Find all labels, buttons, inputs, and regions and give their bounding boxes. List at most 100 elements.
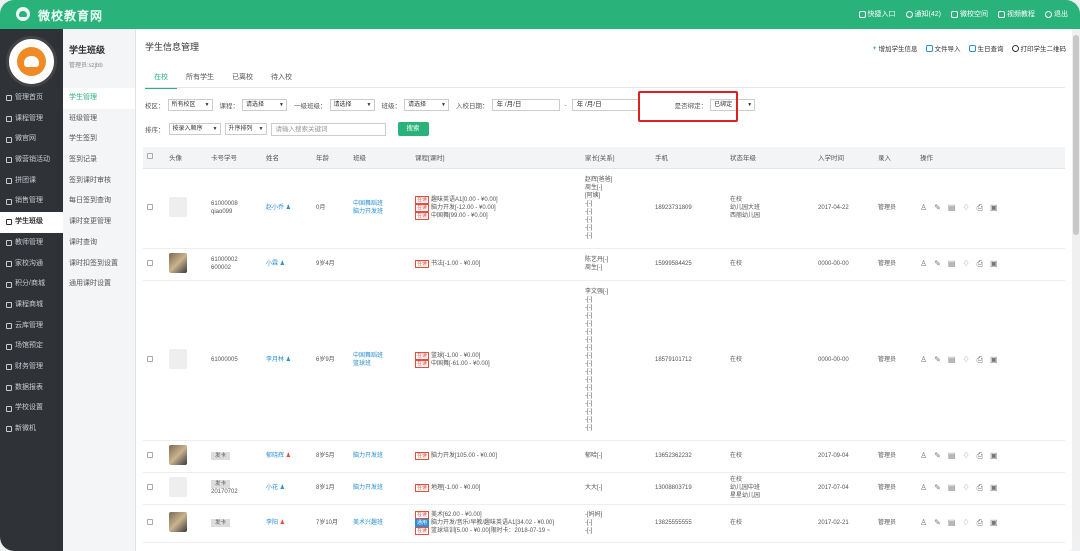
birthday-query-button[interactable]: 生日查询 (968, 43, 1004, 53)
search-input[interactable]: 请输入搜索关键词 (270, 122, 386, 136)
sidebar-item[interactable]: 课程管理 (0, 109, 63, 130)
row-checkbox[interactable] (147, 355, 153, 362)
date-to-input[interactable]: 年 /月/日 (571, 99, 640, 111)
file-import-button[interactable]: 文件导入 (925, 43, 961, 53)
select-all-checkbox[interactable] (143, 147, 165, 169)
sidebar-item[interactable]: 积分/商城 (0, 274, 63, 295)
sidebar-item[interactable]: 销售管理 (0, 191, 63, 212)
list-icon[interactable]: ▤ (948, 204, 956, 212)
sub-menu-item[interactable]: 学生签到 (63, 129, 135, 150)
quick-entry-link[interactable]: 快捷入口 (858, 9, 896, 19)
list-icon[interactable]: ▤ (948, 356, 956, 364)
sidebar-item[interactable]: 学生班级 (0, 212, 63, 233)
print-qrcode-button[interactable]: 打印学生二维码 (1011, 43, 1066, 53)
user-icon[interactable]: ♙ (920, 204, 927, 212)
row-checkbox[interactable] (147, 451, 153, 458)
bell-icon[interactable]: ♢ (962, 356, 969, 364)
logout-link[interactable]: 退出 (1045, 9, 1068, 19)
print-icon[interactable]: ⎙ (977, 204, 983, 212)
sidebar-item[interactable]: 云库管理 (0, 316, 63, 337)
print-icon[interactable]: ⎙ (977, 452, 983, 460)
class-link[interactable]: 脑力开发班 (353, 484, 411, 492)
print-icon[interactable]: ⎙ (977, 356, 983, 364)
row-checkbox[interactable] (147, 259, 153, 266)
sub-menu-item[interactable]: 签到课时审核 (63, 171, 135, 192)
list-icon[interactable]: ▤ (948, 519, 956, 527)
student-name[interactable]: 赵小乔 (266, 205, 284, 211)
student-name[interactable]: 小花 (266, 485, 278, 491)
bell-icon[interactable]: ♢ (962, 204, 969, 212)
bell-icon[interactable]: ♢ (962, 452, 969, 460)
qrcode-icon[interactable]: ▣ (990, 452, 998, 460)
sidebar-item[interactable]: 财务管理 (0, 357, 63, 378)
qrcode-icon[interactable]: ▣ (990, 519, 998, 527)
edit-icon[interactable]: ✎ (934, 204, 941, 212)
bell-icon[interactable]: ♢ (962, 260, 969, 268)
student-name[interactable]: 小霖 (266, 261, 278, 267)
issue-card-button[interactable]: 发卡 (211, 452, 231, 460)
avatar[interactable] (6, 36, 57, 87)
print-icon[interactable]: ⎙ (977, 519, 983, 527)
user-icon[interactable]: ♙ (920, 519, 927, 527)
notification-link[interactable]: 通知(42) (905, 9, 941, 19)
user-icon[interactable]: ♙ (920, 484, 927, 492)
sort-dir-select[interactable]: 升序排列 (224, 123, 267, 135)
edit-icon[interactable]: ✎ (934, 356, 941, 364)
student-name[interactable]: 李阳 (266, 520, 278, 526)
user-icon[interactable]: ♙ (920, 452, 927, 460)
bell-icon[interactable]: ♢ (962, 484, 969, 492)
tab-all-students[interactable]: 所有学生 (177, 69, 223, 89)
print-icon[interactable]: ⎙ (977, 484, 983, 492)
class-link[interactable]: 篮球班 (353, 360, 411, 368)
class-link[interactable]: 美术兴趣班 (353, 519, 411, 527)
row-checkbox[interactable] (147, 518, 153, 525)
sub-menu-item[interactable]: 签到记录 (63, 150, 135, 171)
list-icon[interactable]: ▤ (948, 260, 956, 268)
sidebar-item[interactable]: 新微机 (0, 419, 63, 440)
class-select[interactable]: 请选择 (404, 99, 449, 111)
issue-card-button[interactable]: 发卡 (211, 519, 231, 527)
sidebar-item[interactable]: 微官网 (0, 129, 63, 150)
campus-select[interactable]: 所有校区 (167, 99, 213, 111)
sidebar-item[interactable]: 教师管理 (0, 233, 63, 254)
row-checkbox[interactable] (147, 483, 153, 490)
course-select[interactable]: 请选择 (242, 99, 287, 111)
sub-menu-item[interactable]: 课时查询 (63, 233, 135, 254)
print-icon[interactable]: ⎙ (977, 260, 983, 268)
sidebar-item[interactable]: 学校设置 (0, 398, 63, 419)
scrollbar-thumb[interactable] (1073, 35, 1079, 235)
row-checkbox[interactable] (147, 203, 153, 210)
video-tutorial-link[interactable]: 视频教程 (998, 9, 1035, 19)
add-student-button[interactable]: + 增加学生信息 (873, 43, 918, 54)
scrollbar[interactable] (1072, 29, 1080, 551)
class-link[interactable]: 中国舞蹈班 (353, 200, 411, 208)
issue-card-button[interactable]: 发卡 (211, 480, 231, 488)
qrcode-icon[interactable]: ▣ (990, 356, 998, 364)
class-link[interactable]: 脑力开发班 (353, 452, 411, 460)
tab-in-school[interactable]: 在校 (145, 69, 177, 89)
edit-icon[interactable]: ✎ (934, 484, 941, 492)
edit-icon[interactable]: ✎ (934, 519, 941, 527)
list-icon[interactable]: ▤ (948, 484, 956, 492)
qrcode-icon[interactable]: ▣ (990, 484, 998, 492)
space-link[interactable]: 微校空间 (951, 9, 988, 19)
sidebar-item[interactable]: 家校沟通 (0, 254, 63, 275)
student-name[interactable]: 郁晓辉 (266, 453, 284, 459)
sub-menu-item[interactable]: 学生管理 (63, 88, 135, 109)
sub-menu-item[interactable]: 课时扣签到设置 (63, 254, 135, 275)
sidebar-item[interactable]: 微营销活动 (0, 150, 63, 171)
bell-icon[interactable]: ♢ (962, 519, 969, 527)
date-from-input[interactable]: 年 /月/日 (491, 99, 560, 111)
sidebar-item[interactable]: 课程商城 (0, 295, 63, 316)
sub-menu-item[interactable]: 班级管理 (63, 109, 135, 130)
sub-menu-item[interactable]: 课时变更管理 (63, 212, 135, 233)
checkbox[interactable] (147, 153, 153, 160)
student-name[interactable]: 李月林 (266, 357, 284, 363)
sidebar-item[interactable]: 场馆预定 (0, 336, 63, 357)
qrcode-icon[interactable]: ▣ (990, 260, 998, 268)
class-link[interactable]: 脑力开发班 (353, 208, 411, 216)
edit-icon[interactable]: ✎ (934, 260, 941, 268)
user-icon[interactable]: ♙ (920, 356, 927, 364)
search-button[interactable]: 搜索 (397, 122, 429, 136)
list-icon[interactable]: ▤ (948, 452, 956, 460)
